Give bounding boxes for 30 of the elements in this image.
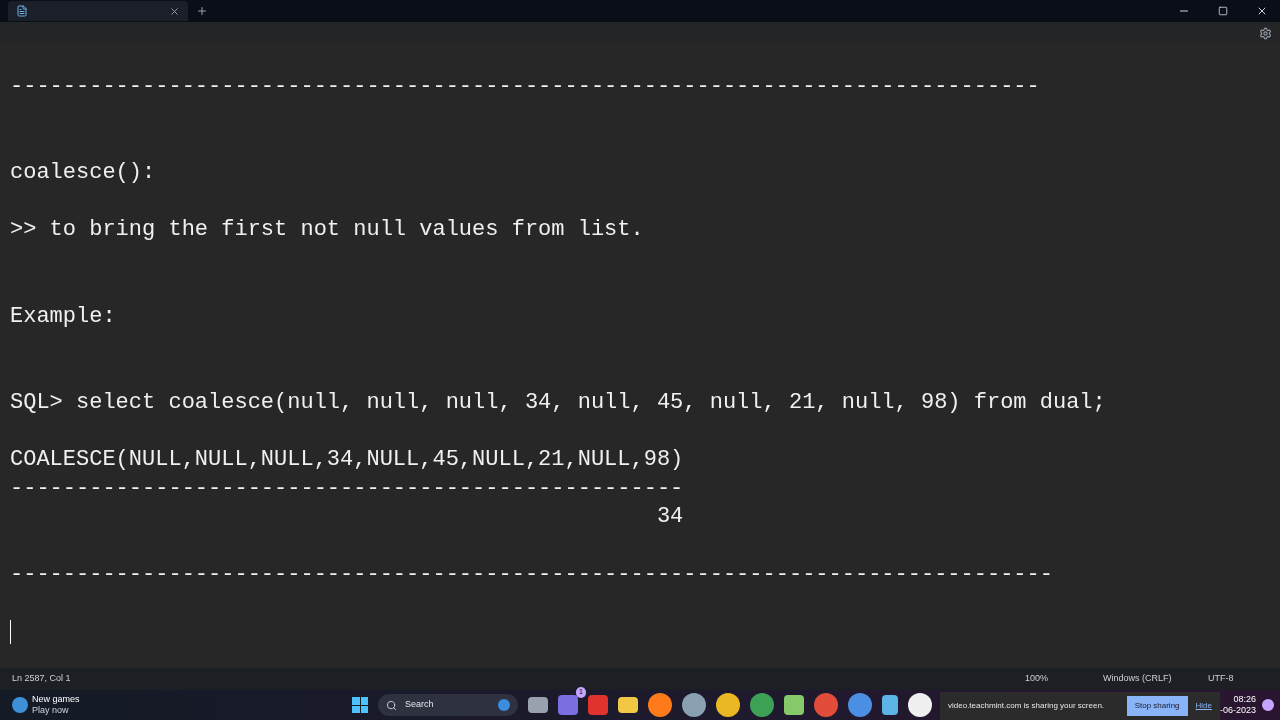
text-line: 34 bbox=[655, 504, 684, 530]
hide-link[interactable]: Hide bbox=[1195, 700, 1212, 712]
stop-sharing-button[interactable]: Stop sharing bbox=[1126, 696, 1188, 716]
text-cursor bbox=[10, 620, 11, 645]
search-field[interactable]: Search bbox=[378, 694, 518, 716]
text-line: >> to bring the first not null values from list. bbox=[10, 217, 644, 243]
encoding: UTF-8 bbox=[1208, 672, 1235, 686]
settings-icon[interactable] bbox=[1259, 26, 1272, 40]
tab[interactable] bbox=[8, 1, 188, 21]
sharing-bar: video.teachmint.com is sharing your screen. Stop sharing Hide bbox=[940, 692, 1220, 720]
close-tab-icon[interactable] bbox=[169, 5, 180, 17]
new-tab-icon[interactable] bbox=[196, 5, 208, 17]
search-icon bbox=[386, 699, 397, 711]
clock-time: 08:26 bbox=[1233, 694, 1256, 705]
cursor-position: Ln 2587, Col 1 bbox=[12, 672, 71, 686]
close-icon[interactable] bbox=[1256, 5, 1268, 17]
text-line: SQL> select coalesce(null, null, null, 34, null, 45, null, 21, null, 98) from dual; bbox=[10, 389, 1106, 415]
text-line: ------------------------------------------------------------------------------ bbox=[10, 74, 1040, 99]
start-icon[interactable] bbox=[352, 697, 368, 713]
widget-title: New games bbox=[32, 694, 80, 705]
zoom-level: 100% bbox=[1025, 672, 1050, 686]
clock-date: -06-2023 bbox=[1219, 705, 1256, 716]
text-line: --------------------------------------------------- bbox=[10, 475, 684, 501]
widget-subtitle: Play now bbox=[32, 705, 70, 716]
text-line: COALESCE(NULL,NULL,NULL,34,NULL,45,NULL,21,NULL,98) bbox=[10, 447, 684, 472]
text-line: Example: bbox=[10, 303, 116, 329]
text-line: coalesce(): bbox=[10, 160, 156, 186]
maximize-icon[interactable] bbox=[1218, 6, 1228, 16]
line-ending: Windows (CRLF) bbox=[1103, 672, 1173, 686]
text-line: ------------------------------------------------------------------------------- bbox=[10, 561, 1053, 587]
